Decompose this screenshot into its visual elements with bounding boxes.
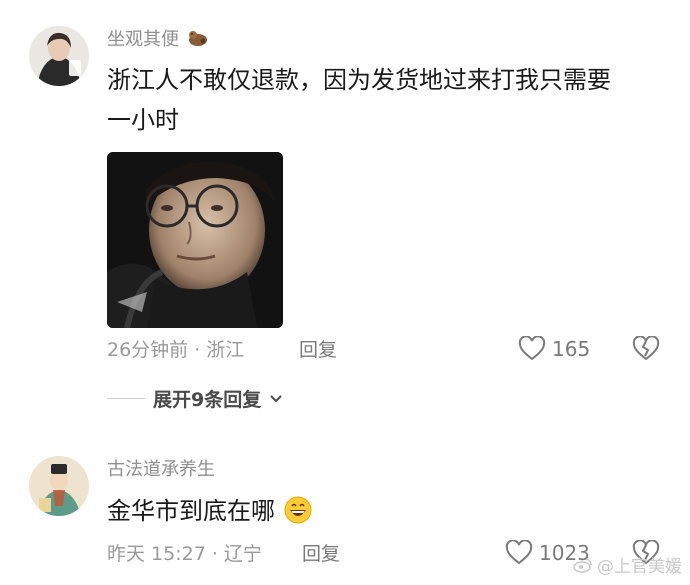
watermark: @上官美媛 bbox=[573, 552, 682, 577]
reply-button[interactable]: 回复 bbox=[299, 338, 337, 362]
reply-button[interactable]: 回复 bbox=[302, 542, 340, 566]
comment-line-1: 金华市到底在哪 bbox=[107, 497, 275, 525]
comment-timestamp-location: 昨天 15:27 · 辽宁 bbox=[107, 543, 262, 565]
divider-line bbox=[107, 398, 145, 399]
comment-text: 浙江人不敢仅退款，因为发货地过来打我只需要 一小时 bbox=[107, 62, 677, 138]
dislike-button[interactable] bbox=[632, 335, 660, 366]
heart-outline-icon bbox=[518, 336, 546, 361]
comment-line-2: 一小时 bbox=[107, 106, 179, 134]
commenter-avatar[interactable] bbox=[29, 26, 89, 86]
heart-outline-icon bbox=[505, 540, 533, 565]
like-button[interactable]: 165 bbox=[518, 336, 590, 362]
comment-text: 金华市到底在哪 bbox=[107, 493, 313, 529]
like-count: 165 bbox=[552, 337, 591, 361]
comment-line-1: 浙江人不敢仅退款，因为发货地过来打我只需要 bbox=[107, 66, 611, 94]
comment-sticker-image[interactable] bbox=[107, 152, 283, 328]
username[interactable]: 古法道承养生 bbox=[107, 459, 215, 481]
broken-heart-icon bbox=[632, 335, 660, 361]
avatar-image bbox=[29, 456, 89, 516]
avatar-image bbox=[29, 26, 89, 86]
weibo-logo-icon bbox=[573, 557, 592, 573]
otter-emoji-icon bbox=[188, 31, 207, 46]
username[interactable]: 坐观其便 bbox=[107, 29, 209, 51]
expand-replies-label[interactable]: 展开9条回复 bbox=[153, 385, 261, 412]
comment-timestamp-location: 26分钟前 · 浙江 bbox=[107, 339, 245, 361]
watermark-text: @上官美媛 bbox=[597, 557, 682, 577]
grinning-face-emoji-icon bbox=[284, 496, 312, 524]
face-with-glasses-sticker-icon bbox=[107, 152, 283, 328]
username-text[interactable]: 坐观其便 bbox=[107, 29, 179, 50]
expand-replies-button[interactable]: 展开9条回复 bbox=[107, 385, 283, 412]
chevron-down-icon bbox=[270, 394, 282, 402]
commenter-avatar[interactable] bbox=[29, 456, 89, 516]
